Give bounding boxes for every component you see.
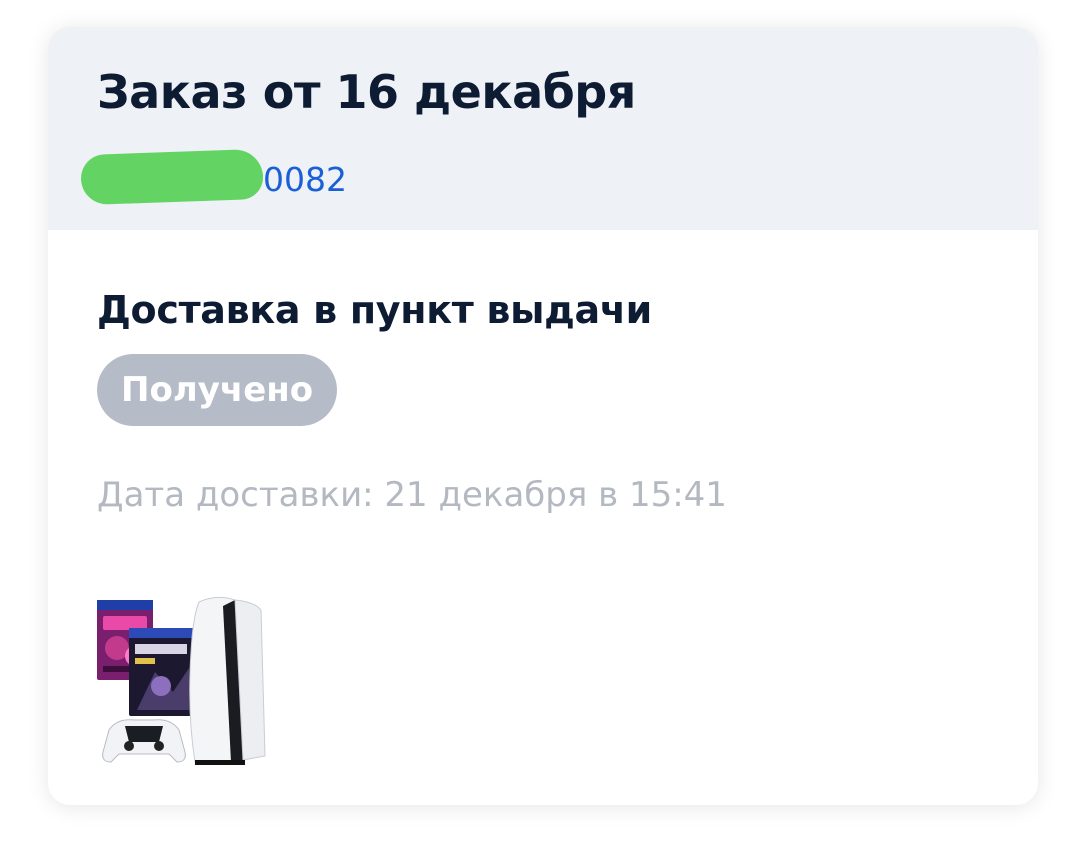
- order-number[interactable]: 0082: [80, 148, 347, 206]
- ps5-bundle-image: [97, 596, 266, 765]
- product-thumbnail[interactable]: [95, 592, 269, 767]
- order-header: Заказ от 16 декабря 0082: [48, 27, 1038, 230]
- ps5-console: [189, 596, 266, 765]
- order-card[interactable]: Заказ от 16 декабря 0082 Доставка в пунк…: [48, 27, 1038, 805]
- delivery-date: Дата доставки: 21 декабря в 15:41: [97, 475, 727, 515]
- order-number-suffix[interactable]: 0082: [263, 159, 347, 196]
- status-badge: Получено: [97, 354, 338, 426]
- redaction-mark: [80, 148, 264, 206]
- game-box-front: [129, 628, 193, 716]
- dualsense-controller: [102, 719, 186, 763]
- delivery-method-title: Доставка в пункт выдачи: [97, 288, 653, 332]
- order-title: Заказ от 16 декабря: [97, 65, 636, 119]
